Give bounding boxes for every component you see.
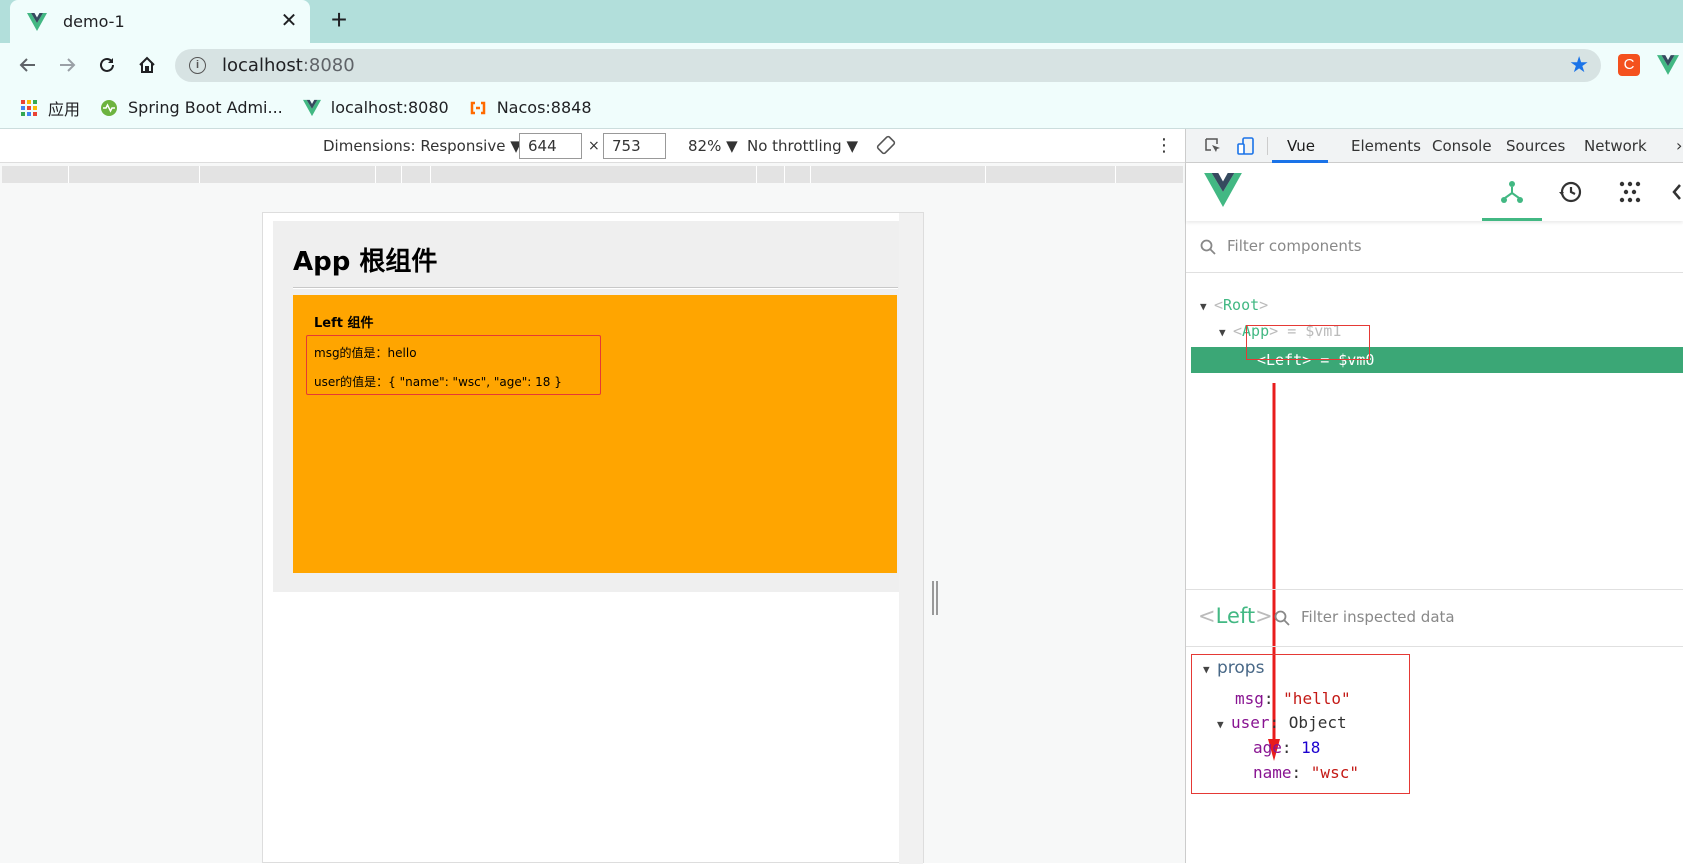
msg-line: msg的值是：hello <box>314 346 417 360</box>
arrow-right-icon <box>60 58 76 72</box>
emulated-page: App 根组件 Left 组件 msg的值是：hello user的值是：{ "… <box>262 212 924 864</box>
search-icon <box>1274 610 1290 626</box>
more-tabs-icon[interactable]: › <box>1676 136 1682 155</box>
devtools-tabbar: Vue Elements Console Sources Network › <box>1186 129 1683 163</box>
home-button[interactable] <box>133 51 161 79</box>
tab-title: demo-1 <box>63 12 125 31</box>
bookmark-apps[interactable]: 应用 <box>20 96 80 120</box>
vue-logo-icon <box>302 99 321 116</box>
home-icon <box>139 56 155 73</box>
device-toggle-icon[interactable] <box>1236 136 1256 156</box>
bookmark-star-icon[interactable]: ★ <box>1569 54 1589 76</box>
inspector-header: <Left> Filter inspected data <box>1186 589 1683 647</box>
browser-toolbar: i localhost:8080 ★ C <box>0 43 1683 87</box>
history-icon[interactable] <box>1557 179 1583 205</box>
nacos-icon <box>470 101 485 114</box>
times-sign: × <box>588 138 600 154</box>
user-line: user的值是：{ "name": "wsc", "age": 18 } <box>314 375 562 389</box>
bookmark-spring-boot-admin[interactable]: Spring Boot Admi... <box>100 98 283 117</box>
annotation-box <box>1246 325 1370 360</box>
prop-msg: msg: "hello" <box>1235 689 1351 708</box>
close-tab-icon[interactable]: ✕ <box>278 10 300 32</box>
expanded-triangle-icon[interactable]: ▼ <box>1219 321 1233 345</box>
url-text: localhost:8080 <box>222 55 355 76</box>
width-input[interactable]: 644 <box>519 133 582 159</box>
prop-user-age: age: 18 <box>1253 738 1321 757</box>
tab-network[interactable]: Network <box>1584 137 1647 155</box>
bookmark-localhost[interactable]: localhost:8080 <box>302 98 449 117</box>
components-icon[interactable] <box>1499 179 1525 205</box>
reload-button[interactable] <box>93 51 121 79</box>
inspected-component-title: <Left> <box>1198 604 1273 628</box>
tab-strip: demo-1 ✕ + <box>0 0 1683 43</box>
bookmark-label: localhost:8080 <box>330 98 449 117</box>
left-component: Left 组件 msg的值是：hello user的值是：{ "name": "… <box>293 295 897 573</box>
address-bar[interactable]: i localhost:8080 ★ <box>175 49 1601 82</box>
tree-node-root[interactable]: ▼ <Root> <box>1200 293 1268 317</box>
vuex-icon[interactable] <box>1617 179 1643 205</box>
expanded-triangle-icon[interactable]: ▼ <box>1203 663 1217 676</box>
resize-handle[interactable] <box>932 581 938 615</box>
site-info-icon[interactable]: i <box>189 57 206 74</box>
events-icon[interactable] <box>1670 179 1683 205</box>
component-filter[interactable]: Filter components <box>1186 221 1683 273</box>
bookmark-nacos[interactable]: Nacos:8848 <box>469 98 592 117</box>
left-title: Left 组件 <box>314 316 374 331</box>
search-icon <box>1200 239 1216 255</box>
bookmarks-bar: 应用 Spring Boot Admi... localhost:8080 Na… <box>0 87 1683 128</box>
rotate-icon[interactable] <box>876 135 896 155</box>
vue-devtools-extension-icon[interactable] <box>1657 54 1679 76</box>
reload-icon <box>100 57 114 72</box>
devtools-panel: Vue Elements Console Sources Network › F… <box>1186 129 1683 863</box>
zoom-dropdown[interactable]: 82% ▼ <box>688 137 738 155</box>
vue-logo-icon <box>27 12 47 31</box>
props-section-toggle[interactable]: ▼ props <box>1203 658 1264 678</box>
filter-placeholder: Filter components <box>1227 237 1362 255</box>
app-root-component: App 根组件 Left 组件 msg的值是：hello user的值是：{ "… <box>273 221 916 592</box>
extension-c-icon[interactable]: C <box>1618 54 1640 76</box>
bookmark-label: Nacos:8848 <box>496 98 592 117</box>
prop-user[interactable]: ▼ user: Object <box>1217 713 1347 732</box>
more-options-icon[interactable]: ⋮ <box>1155 135 1173 157</box>
inspect-element-icon[interactable] <box>1203 136 1223 156</box>
throttling-dropdown[interactable]: No throttling ▼ <box>747 137 858 155</box>
expanded-triangle-icon[interactable]: ▼ <box>1217 718 1231 731</box>
app-title: App 根组件 <box>293 247 438 277</box>
device-toolbar: Dimensions: Responsive ▼ 644 × 753 82% ▼… <box>0 129 1185 163</box>
expanded-triangle-icon[interactable]: ▼ <box>1200 295 1214 319</box>
height-input[interactable]: 753 <box>603 133 666 159</box>
bookmark-label: 应用 <box>48 99 81 119</box>
arrow-left-icon <box>19 58 35 72</box>
vue-devtools-header <box>1186 163 1683 221</box>
vue-logo-icon <box>1204 173 1242 207</box>
new-tab-button[interactable]: + <box>326 6 352 34</box>
spring-boot-admin-icon <box>101 99 118 116</box>
scrollbar[interactable] <box>899 213 923 864</box>
inspector-filter-input[interactable]: Filter inspected data <box>1301 608 1455 626</box>
device-emulation-area: Dimensions: Responsive ▼ 644 × 753 82% ▼… <box>0 129 1185 864</box>
tab-elements[interactable]: Elements <box>1351 137 1421 155</box>
dimensions-dropdown[interactable]: Dimensions: Responsive ▼ <box>323 137 522 155</box>
forward-button[interactable] <box>53 51 81 79</box>
tab-console[interactable]: Console <box>1432 137 1492 155</box>
back-button[interactable] <box>14 51 42 79</box>
tab-sources[interactable]: Sources <box>1506 137 1565 155</box>
browser-tab[interactable]: demo-1 ✕ <box>10 0 310 43</box>
prop-user-name: name: "wsc" <box>1253 763 1359 782</box>
bookmark-label: Spring Boot Admi... <box>128 98 283 117</box>
tab-vue[interactable]: Vue <box>1287 137 1315 155</box>
media-query-bar[interactable] <box>2 166 1183 183</box>
apps-grid-icon <box>21 99 37 116</box>
horizontal-rule <box>293 287 898 289</box>
